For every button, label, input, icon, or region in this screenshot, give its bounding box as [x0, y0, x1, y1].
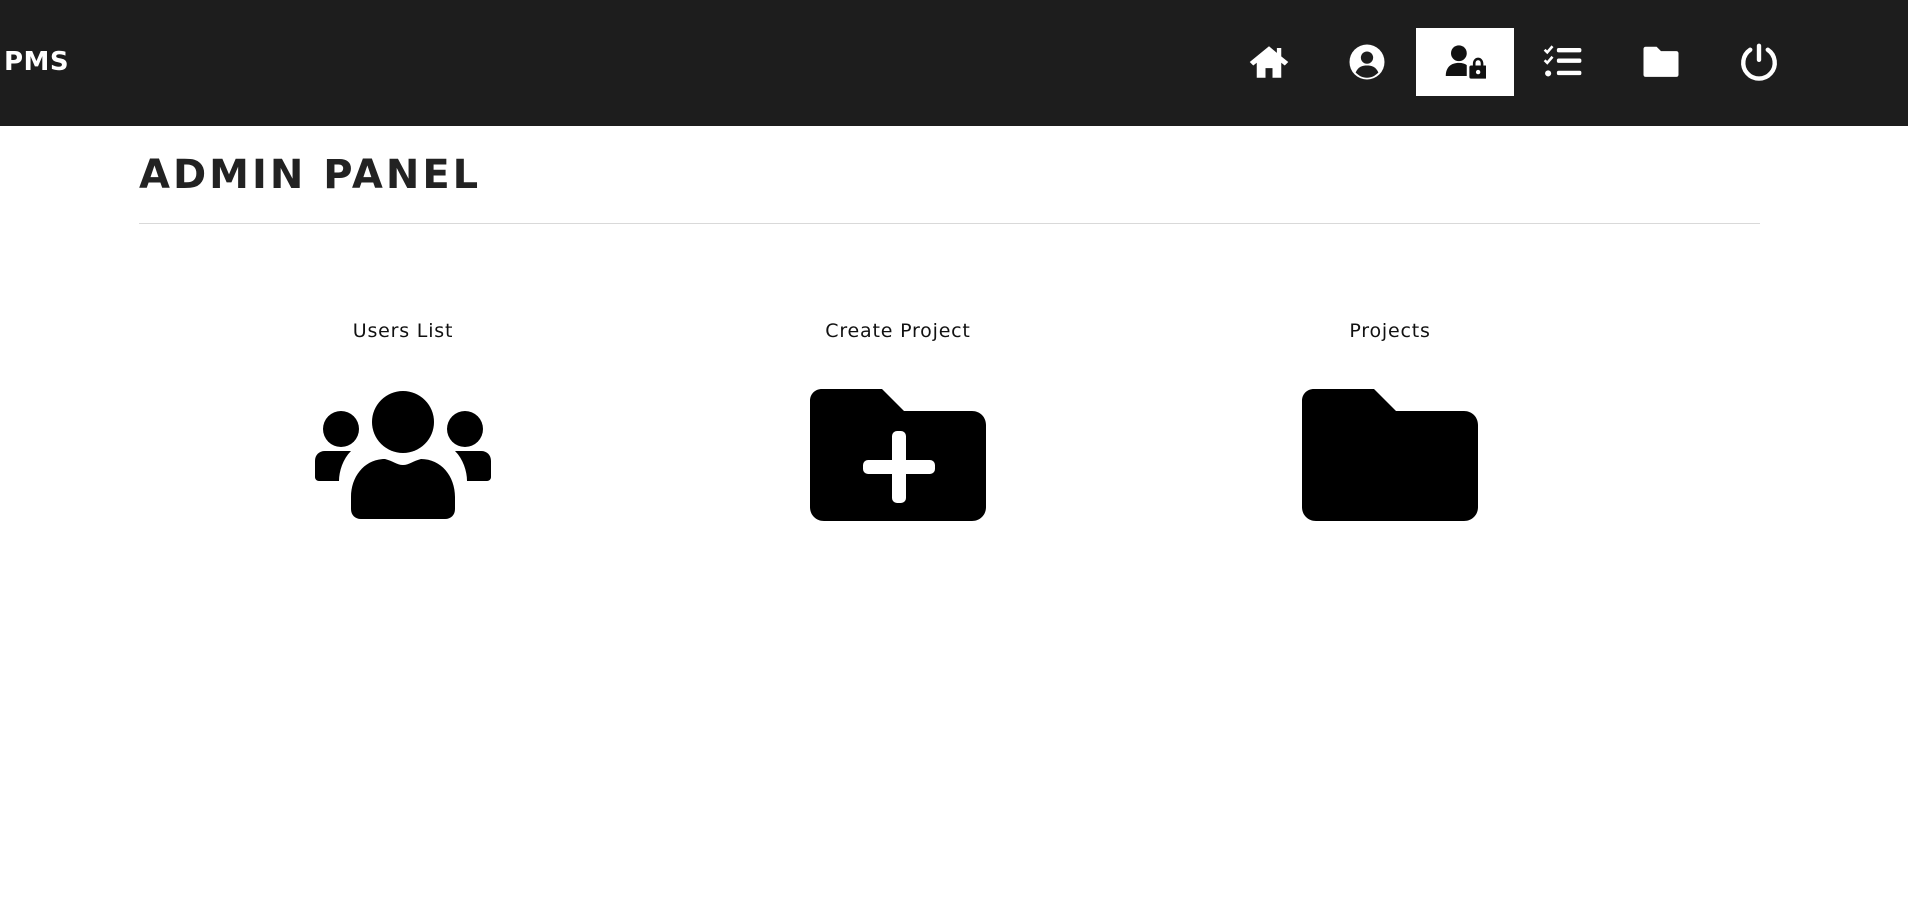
projects-card[interactable]: Projects — [1240, 319, 1540, 521]
power-icon — [1741, 43, 1777, 81]
folder-icon[interactable] — [1302, 389, 1478, 521]
nav-logout-button[interactable] — [1710, 28, 1808, 96]
user-lock-icon — [1445, 45, 1486, 79]
users-list-label[interactable]: Users List — [253, 319, 553, 343]
home-icon — [1249, 46, 1289, 78]
admin-content: ADMIN PANEL Users List Create Project Pr… — [139, 126, 1760, 521]
nav-admin-button[interactable] — [1416, 28, 1514, 96]
nav-icon-bar — [1220, 28, 1808, 96]
users-list-card[interactable]: Users List — [253, 319, 553, 521]
page-title: ADMIN PANEL — [139, 152, 482, 198]
users-icon[interactable] — [315, 389, 491, 521]
nav-home-button[interactable] — [1220, 28, 1318, 96]
nav-profile-button[interactable] — [1318, 28, 1416, 96]
create-project-card[interactable]: Create Project — [748, 319, 1048, 521]
nav-tasks-button[interactable] — [1514, 28, 1612, 96]
nav-projects-button[interactable] — [1612, 28, 1710, 96]
create-project-label[interactable]: Create Project — [748, 319, 1048, 343]
projects-label[interactable]: Projects — [1240, 319, 1540, 343]
task-list-icon — [1543, 45, 1582, 77]
folder-icon — [1643, 46, 1679, 77]
top-navbar: PMS — [0, 0, 1908, 126]
user-circle-icon — [1349, 44, 1385, 80]
brand-logo-text[interactable]: PMS — [4, 46, 69, 78]
title-divider — [139, 223, 1760, 224]
folder-plus-icon[interactable] — [810, 389, 986, 521]
